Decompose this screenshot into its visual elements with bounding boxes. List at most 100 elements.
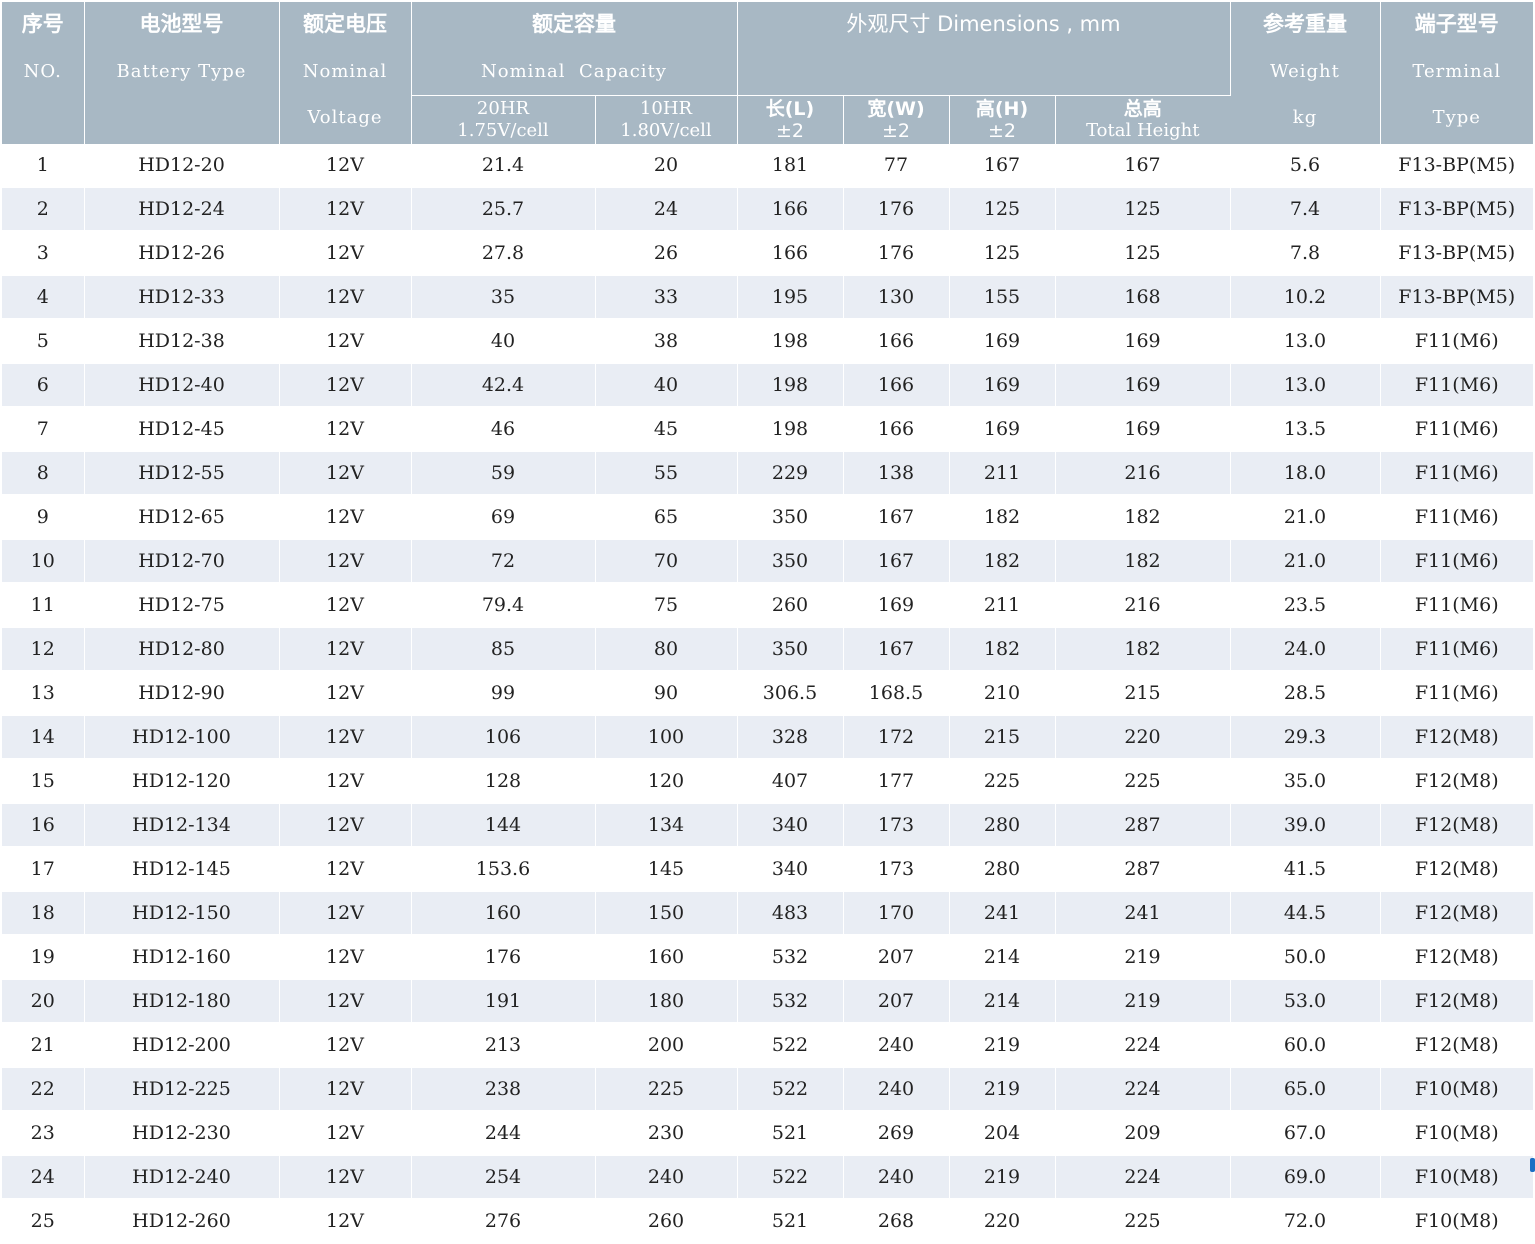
cell-total-height: 224 (1055, 1154, 1231, 1200)
cell-capacity-20hr: 213 (411, 1022, 596, 1068)
table-row: 15 HD12-120 12V 128 120 407 177 225 225 35.0 F12(M… (2, 758, 1533, 804)
cell-battery-type: HD12-240 (84, 1154, 280, 1200)
cell-no: 20 (2, 978, 85, 1024)
cell-voltage: 12V (279, 1066, 412, 1112)
cell-capacity-10hr: 70 (595, 538, 738, 584)
cell-voltage: 12V (279, 670, 412, 716)
cell-capacity-20hr: 25.7 (411, 186, 596, 232)
header-height-tolerance: ±2 (987, 119, 1016, 142)
cell-battery-type: HD12-26 (84, 230, 280, 276)
cell-height: 169 (949, 362, 1056, 408)
header-height: 高(H) ±2 (949, 95, 1056, 144)
header-length-label: 长(L) (765, 97, 815, 120)
cell-total-height: 209 (1055, 1110, 1231, 1156)
header-20hr-voltage: 1.75V/cell (457, 119, 549, 141)
header-10hr-rate: 10HR (639, 97, 693, 119)
cell-length: 532 (737, 934, 844, 980)
cell-height: 169 (949, 318, 1056, 364)
table-row: 9 HD12-65 12V 69 65 350 167 182 182 21.0 F11(M6) (2, 494, 1533, 540)
cell-battery-type: HD12-80 (84, 626, 280, 672)
header-voltage: 额定电压 Nominal Voltage (279, 2, 412, 144)
cell-width: 170 (843, 890, 950, 936)
cell-weight: 44.5 (1230, 890, 1381, 936)
cell-battery-type: HD12-24 (84, 186, 280, 232)
cell-voltage: 12V (279, 1110, 412, 1156)
cell-width: 166 (843, 406, 950, 452)
cell-capacity-10hr: 65 (595, 494, 738, 540)
cell-total-height: 169 (1055, 406, 1231, 452)
cell-terminal-type: F13-BP(M5) (1380, 143, 1533, 188)
cell-length: 166 (737, 186, 844, 232)
cell-capacity-20hr: 238 (411, 1066, 596, 1112)
table-row: 25 HD12-260 12V 276 260 521 268 220 225 72.0 F10(M… (2, 1198, 1533, 1244)
cell-battery-type: HD12-33 (84, 274, 280, 320)
cell-weight: 53.0 (1230, 978, 1381, 1024)
cell-height: 182 (949, 538, 1056, 584)
cell-length: 340 (737, 802, 844, 848)
cell-total-height: 220 (1055, 714, 1231, 760)
cell-capacity-10hr: 225 (595, 1066, 738, 1112)
header-length-tolerance: ±2 (775, 119, 804, 142)
header-no-zh: 序号 (21, 12, 64, 36)
header-capacity-20hr: 20HR 1.75V/cell (411, 95, 596, 144)
cell-length: 522 (737, 1022, 844, 1068)
cell-no: 12 (2, 626, 85, 672)
cell-length: 340 (737, 846, 844, 892)
cell-terminal-type: F13-BP(M5) (1380, 274, 1533, 320)
cell-voltage: 12V (279, 758, 412, 804)
cell-voltage: 12V (279, 406, 412, 452)
cell-battery-type: HD12-40 (84, 362, 280, 408)
cell-capacity-20hr: 72 (411, 538, 596, 584)
cell-height: 219 (949, 1022, 1056, 1068)
cell-battery-type: HD12-65 (84, 494, 280, 540)
cell-capacity-20hr: 79.4 (411, 582, 596, 628)
cell-no: 1 (2, 143, 85, 188)
header-total-height: 总高 Total Height (1055, 95, 1230, 144)
cell-height: 214 (949, 978, 1056, 1024)
cell-width: 166 (843, 362, 950, 408)
cell-length: 521 (737, 1198, 844, 1244)
cell-capacity-10hr: 145 (595, 846, 738, 892)
cell-battery-type: HD12-145 (84, 846, 280, 892)
cell-no: 23 (2, 1110, 85, 1156)
cell-weight: 7.8 (1230, 230, 1381, 276)
header-terminal: 端子型号 Terminal Type (1380, 2, 1533, 144)
table-row: 21 HD12-200 12V 213 200 522 240 219 224 60.0 F12(M… (2, 1022, 1533, 1068)
cell-width: 166 (843, 318, 950, 364)
cell-terminal-type: F13-BP(M5) (1380, 230, 1533, 276)
cell-capacity-20hr: 85 (411, 626, 596, 672)
header-width: 宽(W) ±2 (843, 95, 950, 144)
table-row: 3 HD12-26 12V 27.8 26 166 176 125 125 7.8 F13-BP(M… (2, 230, 1533, 276)
cell-battery-type: HD12-120 (84, 758, 280, 804)
cell-terminal-type: F11(M6) (1380, 494, 1533, 540)
header-weight-en2: kg (1292, 107, 1318, 128)
table-row: 23 HD12-230 12V 244 230 521 269 204 209 67.0 F10(M… (2, 1110, 1533, 1156)
cell-weight: 21.0 (1230, 538, 1381, 584)
cell-capacity-10hr: 134 (595, 802, 738, 848)
cell-weight: 7.4 (1230, 186, 1381, 232)
cell-total-height: 169 (1055, 318, 1231, 364)
cell-no: 25 (2, 1198, 85, 1244)
cell-length: 198 (737, 406, 844, 452)
cell-battery-type: HD12-70 (84, 538, 280, 584)
cell-weight: 13.0 (1230, 318, 1381, 364)
header-type-en: Battery Type (116, 61, 247, 82)
cell-capacity-20hr: 46 (411, 406, 596, 452)
cell-height: 214 (949, 934, 1056, 980)
cell-battery-type: HD12-100 (84, 714, 280, 760)
header-capacity: 额定容量 Nominal Capacity (411, 2, 738, 96)
table-row: 19 HD12-160 12V 176 160 532 207 214 219 50.0 F12(M… (2, 934, 1533, 980)
cell-battery-type: HD12-55 (84, 450, 280, 496)
cell-height: 182 (949, 494, 1056, 540)
cell-capacity-20hr: 59 (411, 450, 596, 496)
cell-no: 9 (2, 494, 85, 540)
cell-voltage: 12V (279, 494, 412, 540)
cell-weight: 18.0 (1230, 450, 1381, 496)
cell-battery-type: HD12-160 (84, 934, 280, 980)
cell-capacity-20hr: 276 (411, 1198, 596, 1244)
cell-capacity-10hr: 24 (595, 186, 738, 232)
cell-length: 522 (737, 1066, 844, 1112)
cell-voltage: 12V (279, 714, 412, 760)
cell-capacity-10hr: 38 (595, 318, 738, 364)
cell-no: 10 (2, 538, 85, 584)
